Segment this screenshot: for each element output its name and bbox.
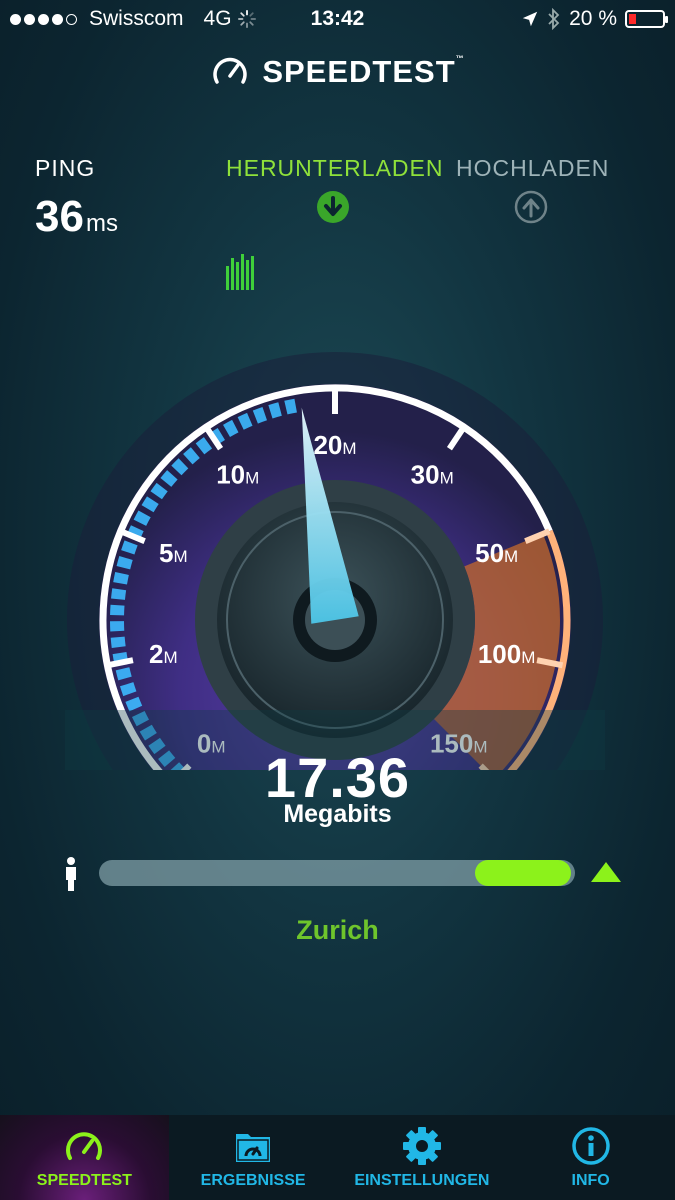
status-right: 20 % — [521, 7, 668, 31]
ping-value: 36ms — [35, 192, 118, 241]
location-arrow-icon — [522, 11, 538, 27]
tab-einstellungen[interactable]: EINSTELLUNGEN — [338, 1115, 507, 1200]
tab-info[interactable]: INFO — [506, 1115, 675, 1200]
speedtest-logo-icon — [213, 57, 247, 84]
progress-fill — [475, 860, 572, 886]
info-icon — [571, 1127, 610, 1165]
speedometer-icon — [66, 1132, 103, 1160]
bluetooth-icon — [548, 8, 560, 30]
download-label: HERUNTERLADEN — [226, 155, 444, 181]
app-logo: SPEEDTEST™ — [0, 52, 675, 92]
download-graph-icon — [226, 254, 254, 290]
tab-bar: SPEEDTEST ERGEBNISSE EINSTELLUNGEN INFO — [0, 1115, 675, 1200]
tab-ergebnisse[interactable]: ERGEBNISSE — [169, 1115, 338, 1200]
speed-unit: Megabits — [283, 800, 392, 828]
server-location: Zurich — [296, 915, 379, 945]
download-arrow-icon — [317, 191, 349, 223]
battery-percentage: 20 % — [569, 7, 617, 30]
upload-label: HOCHLADEN — [456, 155, 610, 181]
status-bar: Swisscom 4G 13:42 20 % — [0, 0, 675, 38]
app-title: SPEEDTEST™ — [262, 54, 465, 89]
tab-label: ERGEBNISSE — [200, 1172, 306, 1189]
tab-speedtest[interactable]: SPEEDTEST — [0, 1115, 169, 1200]
battery-icon — [625, 10, 668, 28]
results-folder-icon — [236, 1134, 271, 1162]
server-triangle-icon — [591, 862, 621, 882]
gear-icon — [402, 1127, 441, 1165]
tab-label: EINSTELLUNGEN — [354, 1172, 490, 1189]
upload-arrow-icon — [514, 190, 548, 224]
speed-gauge: 0M2M5M10M20M30M50M100M150M — [65, 352, 605, 770]
tab-label: INFO — [571, 1172, 610, 1189]
ping-label: PING — [35, 155, 96, 181]
tab-label: SPEEDTEST — [36, 1172, 132, 1189]
person-icon — [66, 857, 76, 891]
